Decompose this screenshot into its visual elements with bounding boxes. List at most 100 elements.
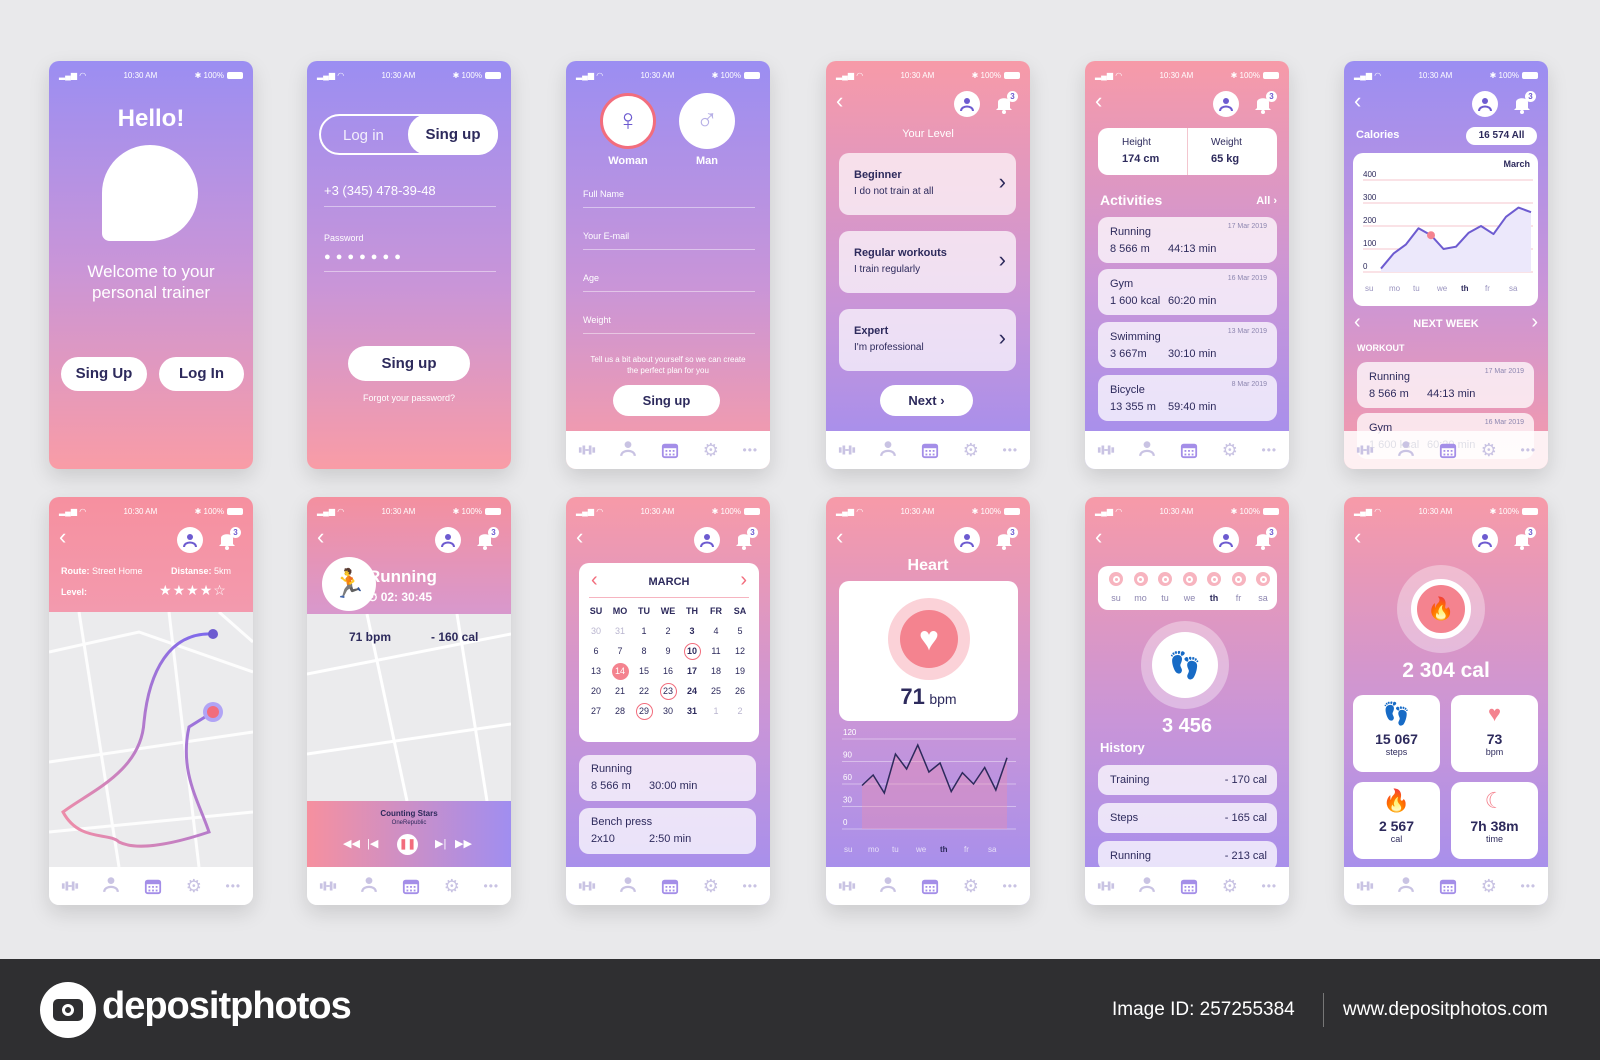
calendar-day[interactable]: 9: [656, 641, 680, 661]
calendar-day[interactable]: 10: [680, 641, 704, 661]
signup-button[interactable]: Sing up: [348, 346, 470, 381]
day-dot-icon[interactable]: [1133, 572, 1148, 586]
calendar-day[interactable]: 6: [584, 641, 608, 661]
stat-tile[interactable]: ☾ 7h 38m time: [1451, 782, 1538, 859]
settings-gear-icon[interactable]: ⚙: [444, 876, 460, 897]
stat-tile[interactable]: 🔥 2 567 cal: [1353, 782, 1440, 859]
more-dots-icon[interactable]: •••: [1521, 443, 1537, 457]
back-icon[interactable]: ‹: [836, 90, 843, 112]
route-map[interactable]: [49, 612, 253, 867]
settings-gear-icon[interactable]: ⚙: [1222, 440, 1238, 461]
profile-avatar[interactable]: [1472, 91, 1498, 117]
calendar-day[interactable]: 2: [728, 701, 752, 721]
signup-button[interactable]: Sing Up: [61, 357, 147, 391]
day-dot-icon[interactable]: [1256, 572, 1270, 586]
back-icon[interactable]: ‹: [317, 526, 324, 548]
next-week-icon[interactable]: ›: [1531, 311, 1538, 334]
next-week-label[interactable]: NEXT WEEK: [1344, 318, 1548, 330]
profile-avatar[interactable]: [1213, 91, 1239, 117]
login-button[interactable]: Log In: [159, 357, 244, 391]
level-option[interactable]: Expert I'm professional ›: [839, 309, 1016, 371]
calendar-icon[interactable]: [921, 877, 939, 895]
calendar-day[interactable]: 15: [632, 661, 656, 681]
more-dots-icon[interactable]: •••: [226, 879, 242, 893]
day-dot-icon[interactable]: [1231, 572, 1246, 586]
settings-gear-icon[interactable]: ⚙: [1481, 440, 1497, 461]
back-icon[interactable]: ‹: [836, 526, 843, 548]
settings-gear-icon[interactable]: ⚙: [1481, 876, 1497, 897]
more-dots-icon[interactable]: •••: [1262, 443, 1278, 457]
rewind-button[interactable]: ◀◀: [343, 837, 360, 850]
back-icon[interactable]: ‹: [1354, 90, 1361, 112]
profile-icon[interactable]: [619, 439, 637, 462]
calendar-day[interactable]: 30: [584, 621, 608, 641]
profile-icon[interactable]: [879, 875, 897, 898]
calendar-icon[interactable]: [1439, 877, 1457, 895]
password-input[interactable]: ● ● ● ● ● ● ●: [324, 251, 496, 272]
settings-gear-icon[interactable]: ⚙: [703, 440, 719, 461]
calendar-day[interactable]: 1: [704, 701, 728, 721]
settings-gear-icon[interactable]: ⚙: [1222, 876, 1238, 897]
more-dots-icon[interactable]: •••: [484, 879, 500, 893]
calendar-day[interactable]: 3: [680, 621, 704, 641]
more-dots-icon[interactable]: •••: [743, 443, 759, 457]
day-dot-icon[interactable]: [1207, 572, 1221, 586]
calendar-day[interactable]: 27: [584, 701, 608, 721]
calendar-day[interactable]: 23: [656, 681, 680, 701]
settings-gear-icon[interactable]: ⚙: [963, 440, 979, 461]
profile-avatar[interactable]: [435, 527, 461, 553]
profile-avatar[interactable]: [954, 91, 980, 117]
next-button[interactable]: ▶|: [435, 837, 446, 850]
calendar-icon[interactable]: [1180, 441, 1198, 459]
email-input[interactable]: Your E-mail: [583, 231, 755, 250]
activity-card[interactable]: Swimming 13 Mar 2019 3 667m 30:10 min: [1098, 322, 1277, 368]
forgot-password-link[interactable]: Forgot your password?: [307, 393, 511, 403]
site-url[interactable]: www.depositphotos.com: [1343, 999, 1548, 1021]
calendar-day[interactable]: 31: [608, 621, 632, 641]
calendar-day[interactable]: 17: [680, 661, 704, 681]
profile-avatar[interactable]: [694, 527, 720, 553]
history-row[interactable]: Steps - 165 cal: [1098, 803, 1277, 833]
calendar-icon[interactable]: [921, 441, 939, 459]
day-dot-icon[interactable]: [1158, 572, 1172, 586]
calendar-day[interactable]: 31: [680, 701, 704, 721]
calendar-day[interactable]: 7: [608, 641, 632, 661]
calendar-day[interactable]: 1: [632, 621, 656, 641]
tab-signup[interactable]: Sing up: [408, 114, 498, 155]
dumbbell-icon[interactable]: [1356, 441, 1374, 459]
calendar-icon[interactable]: [1439, 441, 1457, 459]
signup-button[interactable]: Sing up: [613, 385, 720, 416]
settings-gear-icon[interactable]: ⚙: [703, 876, 719, 897]
calendar-day[interactable]: 16: [656, 661, 680, 681]
dumbbell-icon[interactable]: [578, 877, 596, 895]
calendar-day[interactable]: 5: [728, 621, 752, 641]
stat-tile[interactable]: ♥ 73 bpm: [1451, 695, 1538, 772]
back-icon[interactable]: ‹: [59, 526, 66, 548]
day-dot-icon[interactable]: [1182, 572, 1197, 586]
calendar-day[interactable]: 18: [704, 661, 728, 681]
calendar-day[interactable]: 30: [656, 701, 680, 721]
dumbbell-icon[interactable]: [578, 441, 596, 459]
profile-icon[interactable]: [360, 875, 378, 898]
calories-total[interactable]: 16 574 All: [1466, 127, 1537, 145]
dumbbell-icon[interactable]: [1356, 877, 1374, 895]
back-icon[interactable]: ‹: [1095, 90, 1102, 112]
profile-icon[interactable]: [1138, 875, 1156, 898]
calendar-day[interactable]: 20: [584, 681, 608, 701]
profile-avatar[interactable]: [954, 527, 980, 553]
calendar-day[interactable]: 24: [680, 681, 704, 701]
more-dots-icon[interactable]: •••: [1262, 879, 1278, 893]
calendar-icon[interactable]: [144, 877, 162, 895]
full-name-input[interactable]: Full Name: [583, 189, 755, 208]
calendar-icon[interactable]: [402, 877, 420, 895]
profile-avatar[interactable]: [177, 527, 203, 553]
profile-avatar[interactable]: [1213, 527, 1239, 553]
settings-gear-icon[interactable]: ⚙: [186, 876, 202, 897]
dumbbell-icon[interactable]: [838, 877, 856, 895]
dumbbell-icon[interactable]: [838, 441, 856, 459]
history-row[interactable]: Training - 170 cal: [1098, 765, 1277, 795]
activity-card[interactable]: Bicycle 8 Mar 2019 13 355 m 59:40 min: [1098, 375, 1277, 421]
calendar-day[interactable]: 14: [608, 661, 632, 681]
calendar-day[interactable]: 4: [704, 621, 728, 641]
pause-button[interactable]: ❚❚: [397, 834, 418, 855]
